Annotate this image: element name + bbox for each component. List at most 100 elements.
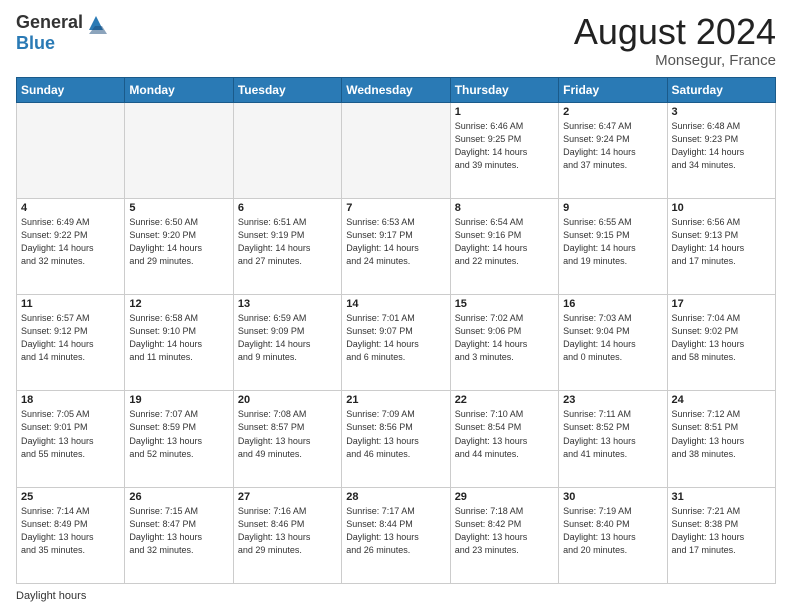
day-number: 6 <box>238 202 337 214</box>
day-header-wednesday: Wednesday <box>342 77 450 102</box>
week-row-3: 18Sunrise: 7:05 AM Sunset: 9:01 PM Dayli… <box>17 391 776 487</box>
day-info: Sunrise: 7:08 AM Sunset: 8:57 PM Dayligh… <box>238 408 337 460</box>
calendar-cell <box>342 102 450 198</box>
day-info: Sunrise: 7:17 AM Sunset: 8:44 PM Dayligh… <box>346 505 445 557</box>
day-number: 20 <box>238 394 337 406</box>
calendar-cell: 4Sunrise: 6:49 AM Sunset: 9:22 PM Daylig… <box>17 198 125 294</box>
footer: Daylight hours <box>16 590 776 602</box>
header-row: SundayMondayTuesdayWednesdayThursdayFrid… <box>17 77 776 102</box>
day-info: Sunrise: 7:07 AM Sunset: 8:59 PM Dayligh… <box>129 408 228 460</box>
calendar-cell: 25 Sunrise: 7:14 AM Sunset: 8:49 PM Dayli… <box>17 487 125 583</box>
day-info: Sunrise: 7:15 AM Sunset: 8:47 PM Dayligh… <box>129 505 228 557</box>
week-row-2: 11Sunrise: 6:57 AM Sunset: 9:12 PM Dayli… <box>17 295 776 391</box>
day-info: Sunrise: 6:50 AM Sunset: 9:20 PM Dayligh… <box>129 216 228 268</box>
calendar-cell: 21Sunrise: 7:09 AM Sunset: 8:56 PM Dayli… <box>342 391 450 487</box>
day-number: 14 <box>346 298 445 310</box>
calendar-cell: 11Sunrise: 6:57 AM Sunset: 9:12 PM Dayli… <box>17 295 125 391</box>
day-number: 12 <box>129 298 228 310</box>
day-info: Sunrise: 7:11 AM Sunset: 8:52 PM Dayligh… <box>563 408 662 460</box>
day-info: Sunrise: 7:16 AM Sunset: 8:46 PM Dayligh… <box>238 505 337 557</box>
calendar-cell: 3 Sunrise: 6:48 AM Sunset: 9:23 PM Daylig… <box>667 102 775 198</box>
day-info: Sunrise: 6:51 AM Sunset: 9:19 PM Dayligh… <box>238 216 337 268</box>
day-number: 31 <box>672 491 771 503</box>
calendar-cell: 12 Sunrise: 6:58 AM Sunset: 9:10 PM Dayli… <box>125 295 233 391</box>
calendar-cell: 5 Sunrise: 6:50 AM Sunset: 9:20 PM Daylig… <box>125 198 233 294</box>
calendar-table: SundayMondayTuesdayWednesdayThursdayFrid… <box>16 77 776 584</box>
calendar-cell: 9 Sunrise: 6:55 AM Sunset: 9:15 PM Daylig… <box>559 198 667 294</box>
day-number: 2 <box>563 106 662 118</box>
calendar-cell: 30 Sunrise: 7:19 AM Sunset: 8:40 PM Dayli… <box>559 487 667 583</box>
calendar-cell: 19 Sunrise: 7:07 AM Sunset: 8:59 PM Dayli… <box>125 391 233 487</box>
week-row-4: 25 Sunrise: 7:14 AM Sunset: 8:49 PM Dayli… <box>17 487 776 583</box>
page: General Blue August 2024 Monsegur, Franc… <box>0 0 792 612</box>
day-number: 29 <box>455 491 554 503</box>
day-number: 5 <box>129 202 228 214</box>
header: General Blue August 2024 Monsegur, Franc… <box>16 12 776 69</box>
day-number: 10 <box>672 202 771 214</box>
day-info: Sunrise: 6:48 AM Sunset: 9:23 PM Dayligh… <box>672 120 771 172</box>
day-number: 9 <box>563 202 662 214</box>
calendar-cell: 10 Sunrise: 6:56 AM Sunset: 9:13 PM Dayli… <box>667 198 775 294</box>
week-row-0: 1Sunrise: 6:46 AM Sunset: 9:25 PM Daylig… <box>17 102 776 198</box>
calendar-cell: 27 Sunrise: 7:16 AM Sunset: 8:46 PM Dayli… <box>233 487 341 583</box>
logo-text-blue: Blue <box>16 34 107 54</box>
day-info: Sunrise: 7:02 AM Sunset: 9:06 PM Dayligh… <box>455 312 554 364</box>
day-number: 8 <box>455 202 554 214</box>
day-info: Sunrise: 7:21 AM Sunset: 8:38 PM Dayligh… <box>672 505 771 557</box>
calendar-cell: 15 Sunrise: 7:02 AM Sunset: 9:06 PM Dayli… <box>450 295 558 391</box>
title-section: August 2024 Monsegur, France <box>574 12 776 69</box>
day-info: Sunrise: 6:53 AM Sunset: 9:17 PM Dayligh… <box>346 216 445 268</box>
day-number: 24 <box>672 394 771 406</box>
calendar-subtitle: Monsegur, France <box>574 52 776 69</box>
day-info: Sunrise: 6:58 AM Sunset: 9:10 PM Dayligh… <box>129 312 228 364</box>
day-info: Sunrise: 6:55 AM Sunset: 9:15 PM Dayligh… <box>563 216 662 268</box>
day-info: Sunrise: 6:46 AM Sunset: 9:25 PM Dayligh… <box>455 120 554 172</box>
day-info: Sunrise: 6:49 AM Sunset: 9:22 PM Dayligh… <box>21 216 120 268</box>
day-number: 26 <box>129 491 228 503</box>
day-info: Sunrise: 7:04 AM Sunset: 9:02 PM Dayligh… <box>672 312 771 364</box>
footer-text: Daylight hours <box>16 590 86 602</box>
calendar-cell: 18Sunrise: 7:05 AM Sunset: 9:01 PM Dayli… <box>17 391 125 487</box>
calendar-cell: 17Sunrise: 7:04 AM Sunset: 9:02 PM Dayli… <box>667 295 775 391</box>
calendar-cell: 23 Sunrise: 7:11 AM Sunset: 8:52 PM Dayli… <box>559 391 667 487</box>
calendar-cell <box>17 102 125 198</box>
calendar-cell: 29 Sunrise: 7:18 AM Sunset: 8:42 PM Dayli… <box>450 487 558 583</box>
day-info: Sunrise: 7:09 AM Sunset: 8:56 PM Dayligh… <box>346 408 445 460</box>
day-header-saturday: Saturday <box>667 77 775 102</box>
day-number: 25 <box>21 491 120 503</box>
calendar-cell: 28Sunrise: 7:17 AM Sunset: 8:44 PM Dayli… <box>342 487 450 583</box>
day-header-friday: Friday <box>559 77 667 102</box>
calendar-cell: 7 Sunrise: 6:53 AM Sunset: 9:17 PM Daylig… <box>342 198 450 294</box>
calendar-cell <box>125 102 233 198</box>
day-number: 23 <box>563 394 662 406</box>
calendar-cell: 13Sunrise: 6:59 AM Sunset: 9:09 PM Dayli… <box>233 295 341 391</box>
day-number: 16 <box>563 298 662 310</box>
calendar-title: August 2024 <box>574 12 776 52</box>
day-number: 11 <box>21 298 120 310</box>
day-header-sunday: Sunday <box>17 77 125 102</box>
day-number: 3 <box>672 106 771 118</box>
day-info: Sunrise: 7:03 AM Sunset: 9:04 PM Dayligh… <box>563 312 662 364</box>
day-number: 19 <box>129 394 228 406</box>
calendar-cell: 20 Sunrise: 7:08 AM Sunset: 8:57 PM Dayli… <box>233 391 341 487</box>
day-info: Sunrise: 6:54 AM Sunset: 9:16 PM Dayligh… <box>455 216 554 268</box>
day-info: Sunrise: 6:56 AM Sunset: 9:13 PM Dayligh… <box>672 216 771 268</box>
logo-icon <box>85 12 107 34</box>
calendar-cell: 6 Sunrise: 6:51 AM Sunset: 9:19 PM Daylig… <box>233 198 341 294</box>
day-number: 15 <box>455 298 554 310</box>
day-header-monday: Monday <box>125 77 233 102</box>
day-number: 27 <box>238 491 337 503</box>
day-number: 30 <box>563 491 662 503</box>
week-row-1: 4Sunrise: 6:49 AM Sunset: 9:22 PM Daylig… <box>17 198 776 294</box>
calendar-cell <box>233 102 341 198</box>
day-number: 7 <box>346 202 445 214</box>
calendar-cell: 8 Sunrise: 6:54 AM Sunset: 9:16 PM Daylig… <box>450 198 558 294</box>
day-info: Sunrise: 6:59 AM Sunset: 9:09 PM Dayligh… <box>238 312 337 364</box>
calendar-cell: 2Sunrise: 6:47 AM Sunset: 9:24 PM Daylig… <box>559 102 667 198</box>
day-info: Sunrise: 7:18 AM Sunset: 8:42 PM Dayligh… <box>455 505 554 557</box>
calendar-cell: 31 Sunrise: 7:21 AM Sunset: 8:38 PM Dayli… <box>667 487 775 583</box>
day-info: Sunrise: 7:14 AM Sunset: 8:49 PM Dayligh… <box>21 505 120 557</box>
day-info: Sunrise: 7:19 AM Sunset: 8:40 PM Dayligh… <box>563 505 662 557</box>
logo: General Blue <box>16 12 107 54</box>
day-info: Sunrise: 7:05 AM Sunset: 9:01 PM Dayligh… <box>21 408 120 460</box>
